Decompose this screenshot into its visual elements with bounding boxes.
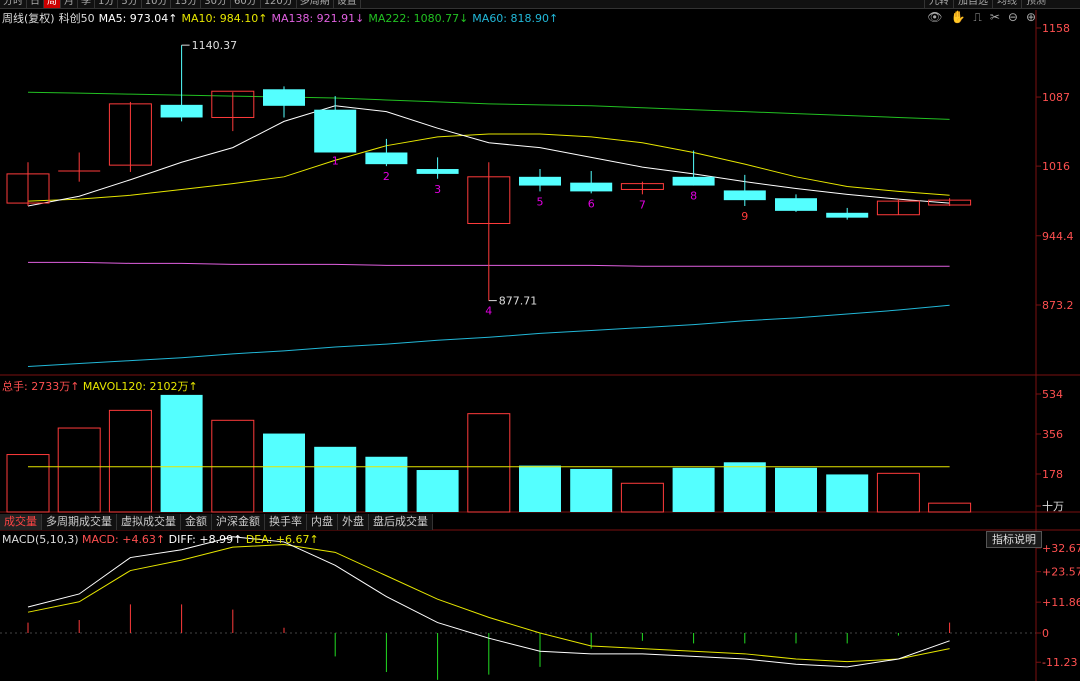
- macd-axis-label: -11.23: [1042, 656, 1077, 669]
- volume-bar-up: [108, 409, 152, 513]
- volume-axis-label: 178: [1042, 468, 1063, 481]
- high-label: 1140.37: [192, 39, 238, 52]
- sequence-label: 9: [741, 210, 748, 223]
- volume-axis-label: 356: [1042, 428, 1063, 441]
- price-axis-label: 873.2: [1042, 299, 1074, 312]
- volume-bar-up: [620, 482, 664, 513]
- sequence-label: 2: [383, 170, 390, 183]
- volume-tab-8[interactable]: 盘后成交量: [369, 514, 433, 530]
- volume-bar-down: [519, 465, 561, 512]
- macd-axis-label: +32.67: [1042, 542, 1080, 555]
- indicator-help-button[interactable]: 指标说明: [986, 531, 1042, 548]
- volume-total-label: 总手: 2733万↑: [2, 380, 80, 393]
- volume-tab-7[interactable]: 外盘: [338, 514, 369, 530]
- volume-bar-down: [723, 462, 766, 512]
- sequence-label: 4: [485, 305, 492, 318]
- volume-bar-up: [57, 427, 101, 513]
- sequence-label: 6: [588, 197, 595, 210]
- volume-bar-down: [826, 474, 869, 512]
- volume-bar-up: [928, 502, 972, 513]
- candle-down: [570, 182, 613, 192]
- candle-down: [314, 109, 357, 153]
- price-axis-label: 1016: [1042, 160, 1070, 173]
- volume-bar-down: [160, 394, 203, 512]
- sequence-label: 3: [434, 183, 441, 196]
- kline-chart[interactable]: 1158 1087 1016 944.4 873.2 1140.37 877.71 1 2 3 4 5…: [0, 0, 1080, 681]
- price-axis-label: 944.4: [1042, 230, 1074, 243]
- macd-legend: MACD(5,10,3) MACD: +4.63↑ DIFF: +8.99↑ D…: [2, 533, 319, 546]
- volume-bar-down: [314, 446, 357, 512]
- candle-down: [416, 169, 459, 174]
- price-axis-label: 1158: [1042, 22, 1070, 35]
- volume-bar-down: [570, 468, 613, 512]
- candle-down: [365, 152, 408, 165]
- volume-tab-0[interactable]: 成交量: [0, 514, 42, 530]
- volume-tab-6[interactable]: 内盘: [307, 514, 338, 530]
- macd-axis-label: +11.86: [1042, 596, 1080, 609]
- sequence-label: 1: [332, 155, 339, 168]
- volume-bar-down: [775, 467, 817, 512]
- price-axis-label: 1087: [1042, 91, 1070, 104]
- volume-legend: 总手: 2733万↑ MAVOL120: 2102万↑: [2, 378, 198, 394]
- candle-down: [723, 190, 766, 201]
- candle-down: [672, 176, 715, 186]
- macd-axis-label: 0: [1042, 627, 1049, 640]
- macd-name: MACD(5,10,3): [2, 533, 79, 546]
- dea-value: DEA: +6.67↑: [245, 533, 319, 546]
- volume-bar-up: [467, 413, 511, 513]
- macd-value: MACD: +4.63↑: [82, 533, 166, 546]
- candle-down: [826, 212, 869, 218]
- candle-down: [775, 198, 817, 211]
- candle-down: [263, 89, 305, 106]
- volume-axis-label: 534: [1042, 388, 1063, 401]
- volume-tab-3[interactable]: 金额: [181, 514, 212, 530]
- volume-bar-up: [211, 419, 255, 513]
- volume-tab-1[interactable]: 多周期成交量: [42, 514, 117, 530]
- sequence-label: 8: [690, 190, 697, 203]
- volume-tab-2[interactable]: 虚拟成交量: [117, 514, 181, 530]
- candle-down: [519, 176, 561, 186]
- sequence-label: 5: [537, 195, 544, 208]
- volume-bar-down: [672, 467, 715, 512]
- diff-value: DIFF: +8.99↑: [168, 533, 243, 546]
- sequence-label: 7: [639, 198, 646, 211]
- low-label: 877.71: [499, 295, 538, 308]
- volume-tab-5[interactable]: 换手率: [265, 514, 307, 530]
- volume-bar-down: [365, 456, 408, 512]
- volume-axis-label: 十万: [1042, 499, 1064, 513]
- mavol-label: MAVOL120: 2102万↑: [82, 380, 198, 393]
- volume-bar-down: [263, 433, 305, 512]
- volume-bar-up: [876, 472, 920, 513]
- volume-bar-up: [6, 454, 50, 513]
- candle-down: [160, 104, 203, 118]
- volume-tabs: 成交量 多周期成交量 虚拟成交量 金额 沪深金额 换手率 内盘 外盘 盘后成交量: [0, 514, 433, 530]
- volume-bar-down: [416, 470, 459, 512]
- macd-axis-label: +23.57: [1042, 566, 1080, 579]
- volume-tab-4[interactable]: 沪深金额: [212, 514, 265, 530]
